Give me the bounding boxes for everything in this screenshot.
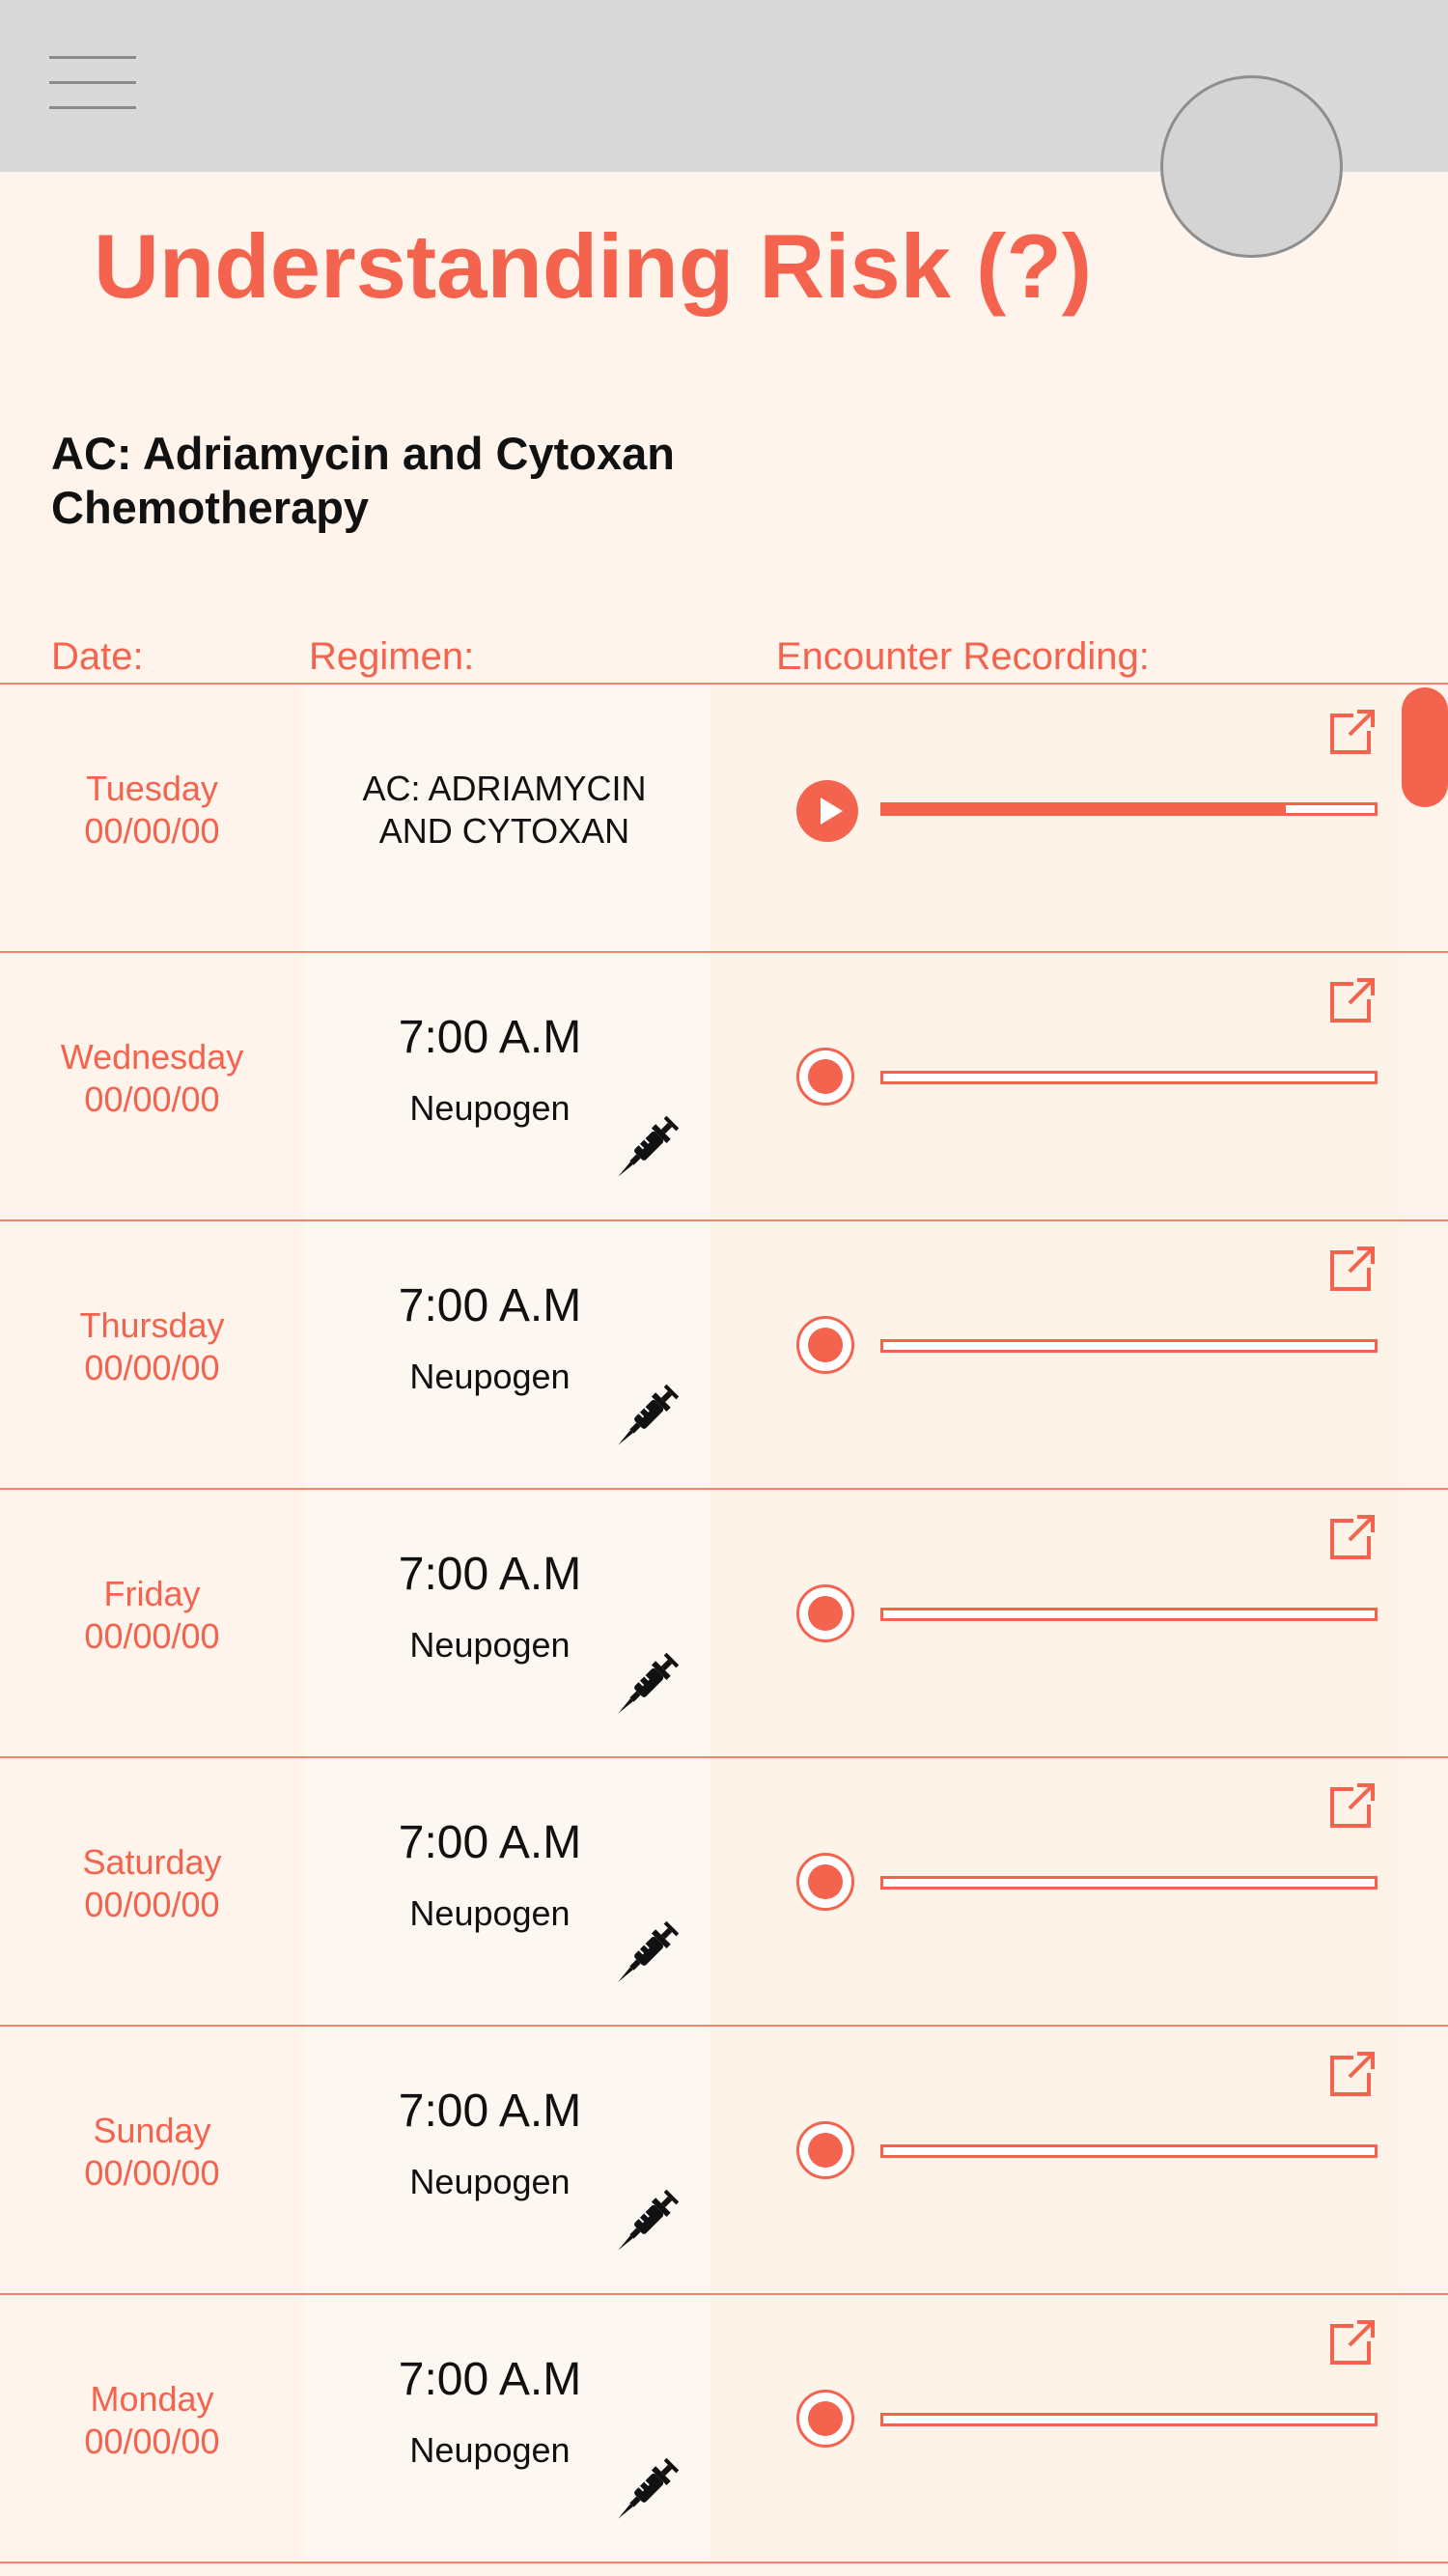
day-label: Tuesday [86,769,218,808]
record-button[interactable] [796,2121,854,2179]
record-button[interactable] [796,2390,854,2448]
external-link-icon[interactable] [1324,1779,1378,1834]
record-button[interactable] [796,1048,854,1106]
progress-fill [883,805,1287,813]
recording-progress-bar[interactable] [880,1339,1378,1353]
schedule-row: Friday 00/00/00 7:00 A.M Neupogen [0,1490,1448,1758]
dose-time: 7:00 A.M [398,2086,582,2137]
recording-progress-bar[interactable] [880,2144,1378,2158]
day-label: Saturday [82,1842,222,1882]
external-link-icon[interactable] [1324,706,1378,760]
syringe-icon [618,1115,680,1177]
row-date: Tuesday 00/00/00 [19,768,285,853]
row-date: Monday 00/00/00 [19,2378,285,2463]
syringe-icon [618,1384,680,1445]
external-link-icon[interactable] [1324,974,1378,1028]
dose-time: 7:00 A.M [398,1549,582,1600]
column-header-date: Date: [51,635,144,678]
row-date: Friday 00/00/00 [19,1573,285,1658]
syringe-icon [618,2457,680,2519]
external-link-icon[interactable] [1324,2316,1378,2370]
row-date: Thursday 00/00/00 [19,1304,285,1389]
external-link-icon[interactable] [1324,2048,1378,2102]
schedule-row: Monday 00/00/00 7:00 A.M Neupogen [0,2295,1448,2563]
regimen-label: AC: ADRIAMYCIN AND CYTOXAN [362,769,647,851]
recording-progress-bar[interactable] [880,1608,1378,1621]
play-button[interactable] [796,780,858,842]
external-link-icon[interactable] [1324,1511,1378,1565]
hamburger-menu-icon[interactable] [49,56,136,110]
date-label: 00/00/00 [84,2153,220,2193]
dose-time: 7:00 A.M [398,1817,582,1868]
recording-progress-bar[interactable] [880,1876,1378,1890]
recording-progress-bar[interactable] [880,2413,1378,2426]
schedule-row: Sunday 00/00/00 7:00 A.M Neupogen [0,2027,1448,2295]
external-link-icon[interactable] [1324,1243,1378,1297]
record-button[interactable] [796,1316,854,1374]
schedule-list: Tuesday 00/00/00 AC: ADRIAMYCIN AND CYTO… [0,685,1448,2563]
row-date: Wednesday 00/00/00 [19,1036,285,1121]
dose-time: 7:00 A.M [398,1012,582,1063]
schedule-row: Tuesday 00/00/00 AC: ADRIAMYCIN AND CYTO… [0,685,1448,953]
day-label: Monday [90,2379,214,2419]
record-button[interactable] [796,1853,854,1911]
day-label: Friday [103,1574,201,1613]
date-label: 00/00/00 [84,1079,220,1119]
date-label: 00/00/00 [84,1885,220,1924]
date-label: 00/00/00 [84,811,220,851]
schedule-row: Saturday 00/00/00 7:00 A.M Neupogen [0,1758,1448,2027]
date-label: 00/00/00 [84,2422,220,2461]
syringe-icon [618,1652,680,1714]
syringe-icon [618,2189,680,2251]
page-title: Understanding Risk (?) [94,215,1093,317]
dose-time: 7:00 A.M [398,2354,582,2405]
date-label: 00/00/00 [84,1616,220,1656]
recording-progress-bar[interactable] [880,1071,1378,1084]
day-label: Wednesday [60,1037,244,1077]
day-label: Sunday [93,2111,211,2150]
treatment-subtitle: AC: Adriamycin and Cytoxan Chemotherapy [51,428,675,533]
recording-progress-bar[interactable] [880,802,1378,816]
dose-time: 7:00 A.M [398,1280,582,1331]
scrollbar-handle[interactable] [1402,687,1448,807]
avatar[interactable] [1160,75,1343,258]
record-button[interactable] [796,1584,854,1642]
row-date: Saturday 00/00/00 [19,1841,285,1926]
column-header-regimen: Regimen: [309,635,475,678]
syringe-icon [618,1920,680,1982]
schedule-row: Thursday 00/00/00 7:00 A.M Neupogen [0,1221,1448,1490]
schedule-row: Wednesday 00/00/00 7:00 A.M Neupogen [0,953,1448,1221]
day-label: Thursday [79,1305,225,1345]
column-header-recording: Encounter Recording: [776,635,1150,678]
row-date: Sunday 00/00/00 [19,2110,285,2195]
date-label: 00/00/00 [84,1348,220,1387]
